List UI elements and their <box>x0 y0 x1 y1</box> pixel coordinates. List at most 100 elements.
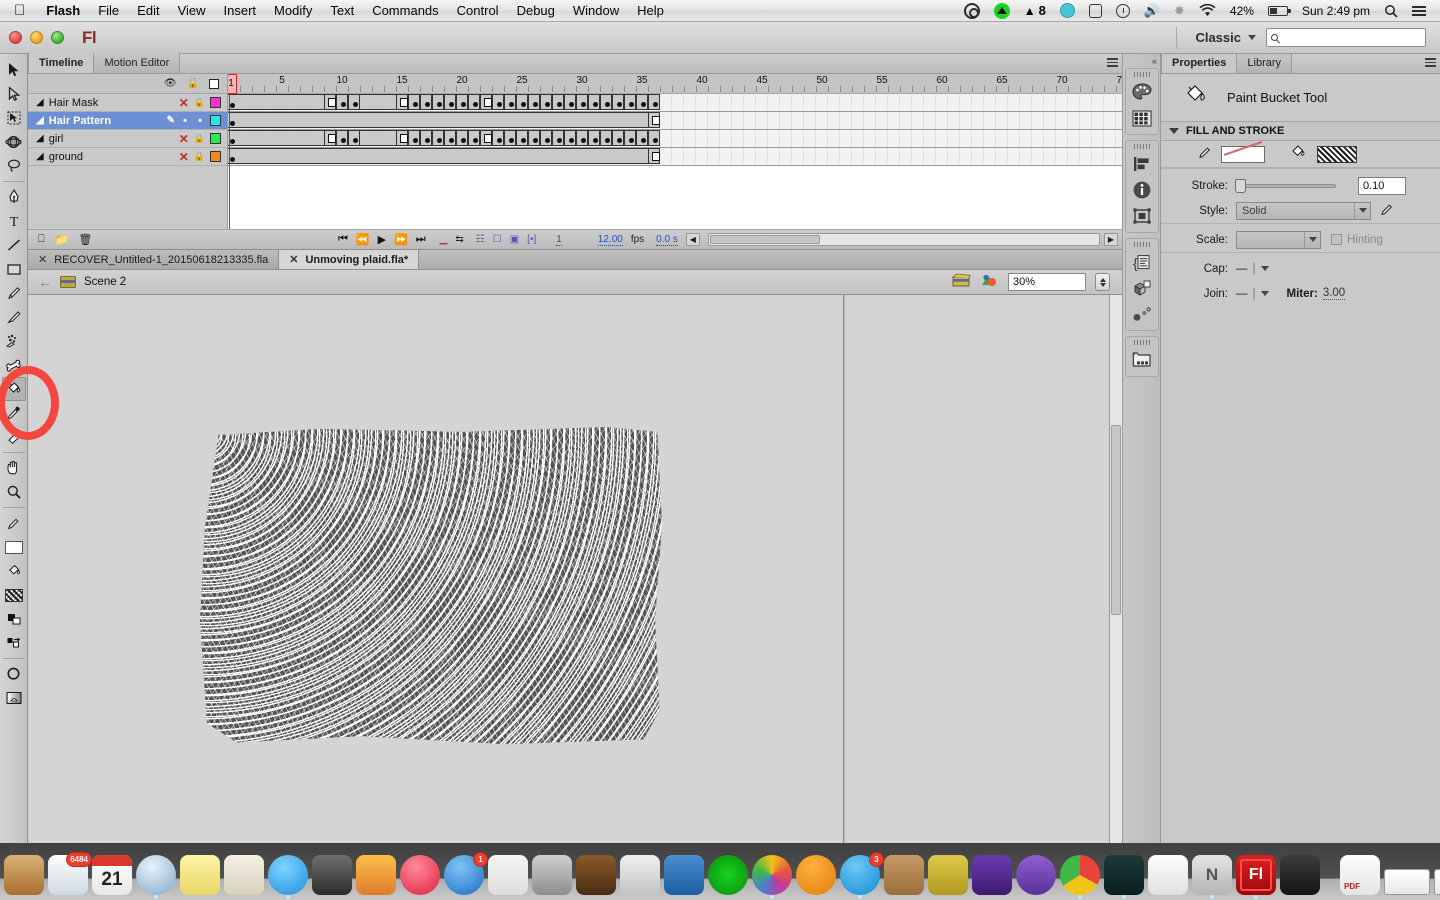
panel-menu-icon[interactable] <box>1107 58 1118 67</box>
menu-help[interactable]: Help <box>628 0 673 22</box>
stage-pasteboard[interactable] <box>845 295 1122 843</box>
keyframe-marker[interactable] <box>648 130 660 146</box>
keyframe-marker[interactable] <box>468 130 480 146</box>
delete-layer-icon[interactable]: 🗑 <box>78 233 92 246</box>
lock-icon[interactable]: 🔒 <box>187 78 199 89</box>
keyframe-marker[interactable] <box>636 94 648 110</box>
step-forward-button[interactable]: ⏩ <box>394 233 408 246</box>
stage-area[interactable] <box>28 295 1122 843</box>
selection-tool[interactable] <box>2 58 26 82</box>
keyframe-marker[interactable] <box>648 94 660 110</box>
sync-icon[interactable] <box>1054 0 1081 22</box>
photoshop-icon[interactable] <box>972 855 1012 895</box>
keyframe-marker[interactable] <box>516 130 528 146</box>
zoom-tool[interactable] <box>2 480 26 504</box>
keyframe-marker[interactable] <box>408 94 420 110</box>
menu-bar-clock[interactable]: Sun 2:49 pm <box>1296 0 1376 22</box>
miter-value[interactable]: 3.00 <box>1322 287 1346 300</box>
drag-grip[interactable] <box>1133 242 1150 247</box>
stroke-width-slider[interactable] <box>1235 178 1336 193</box>
photos-icon[interactable] <box>752 855 792 899</box>
iphoto-icon[interactable] <box>620 855 660 895</box>
menu-text[interactable]: Text <box>321 0 363 22</box>
keyframe-marker[interactable] <box>624 94 636 110</box>
dropbox-icon[interactable] <box>988 0 1016 22</box>
keyframe-marker[interactable] <box>588 94 600 110</box>
keyframe-marker[interactable] <box>230 139 235 144</box>
keyframe-marker[interactable] <box>420 130 432 146</box>
edit-stroke-style-icon[interactable] <box>1380 202 1395 219</box>
eraser-tool[interactable] <box>2 425 26 449</box>
paint-bucket-color-tool[interactable] <box>2 559 26 583</box>
activity-monitor-icon[interactable] <box>1104 855 1144 899</box>
go-to-last-frame-button[interactable]: ⏭ <box>416 233 426 246</box>
close-icon[interactable]: ✕ <box>38 253 47 266</box>
join-dropdown-icon[interactable] <box>1260 291 1269 296</box>
layer-row[interactable]: ◢ ground ✕ 🔒 <box>28 148 227 166</box>
modify-onion-markers-icon[interactable]: [•] <box>527 234 536 245</box>
system-preferences-icon[interactable] <box>532 855 572 895</box>
edit-symbols-icon[interactable] <box>980 273 999 291</box>
brush-tool[interactable] <box>2 305 26 329</box>
loop-icon[interactable]: ⇆ <box>455 234 463 245</box>
panel-menu-icon[interactable] <box>1425 58 1436 67</box>
stroke-color-swatch[interactable] <box>1221 145 1265 163</box>
keyframe-marker[interactable] <box>612 130 624 146</box>
layer-color-chip[interactable] <box>210 97 221 108</box>
wifi-icon[interactable] <box>1193 0 1222 22</box>
lasso-tool[interactable] <box>2 154 26 178</box>
eyedropper-tool[interactable] <box>2 401 26 425</box>
spray-brush-tool[interactable] <box>2 329 26 353</box>
volume-icon[interactable]: 🔊 <box>1138 0 1166 22</box>
tab-timeline[interactable]: Timeline <box>28 53 95 73</box>
layer-visibility-x-icon[interactable]: ✕ <box>179 151 189 163</box>
calendar-icon[interactable]: 21 <box>92 855 132 895</box>
file-cabinet-icon[interactable] <box>928 855 968 895</box>
step-back-button[interactable]: ⏪ <box>356 233 370 246</box>
new-folder-icon[interactable]: 📁 <box>55 233 69 246</box>
frame-span[interactable] <box>228 148 660 164</box>
keyframe-marker[interactable] <box>348 94 360 110</box>
keyframe-marker[interactable] <box>612 94 624 110</box>
time-machine-icon[interactable] <box>1110 0 1136 22</box>
mail-icon[interactable]: 6484 <box>48 852 92 895</box>
back-arrow-icon[interactable]: ← <box>38 274 52 290</box>
battery-icon[interactable] <box>1262 0 1294 22</box>
keyframe-marker[interactable] <box>492 130 504 146</box>
hinting-checkbox[interactable] <box>1331 234 1342 245</box>
fill-bucket-icon[interactable] <box>1265 144 1317 164</box>
stroke-color-tool[interactable] <box>2 511 26 535</box>
layer-color-chip[interactable] <box>210 151 221 162</box>
stroke-width-input[interactable]: 0.10 <box>1358 176 1406 195</box>
keyframe-marker[interactable] <box>230 157 235 162</box>
garageband-icon[interactable] <box>576 855 616 895</box>
textedit-icon[interactable] <box>1148 855 1188 895</box>
transform-icon[interactable] <box>1128 203 1156 229</box>
spotlight-search-icon[interactable] <box>1378 0 1404 22</box>
layer-lock-icon[interactable]: 🔒 <box>194 133 205 144</box>
layer-expand-icon[interactable]: ◢ <box>36 151 44 162</box>
library-panel-icon[interactable] <box>1128 347 1156 373</box>
plaid-artwork[interactable] <box>200 427 662 745</box>
fps-value[interactable]: 12.00 <box>597 234 623 246</box>
keyframe-marker[interactable] <box>444 94 456 110</box>
align-icon[interactable] <box>1128 151 1156 177</box>
join-value[interactable]: — <box>1236 288 1248 300</box>
contacts-icon[interactable] <box>4 855 44 895</box>
layer-expand-icon[interactable]: ◢ <box>36 115 44 126</box>
keyframe-marker[interactable] <box>396 130 408 146</box>
keyframe-marker[interactable] <box>336 94 348 110</box>
keyframe-marker[interactable] <box>456 94 468 110</box>
drag-grip[interactable] <box>1133 144 1150 149</box>
document-tab-recover[interactable]: ✕ RECOVER_Untitled-1_20150618213335.fla <box>28 250 280 269</box>
layer-expand-icon[interactable]: ◢ <box>36 133 44 144</box>
tab-properties[interactable]: Properties <box>1161 54 1238 73</box>
stroke-color-pencil-icon[interactable] <box>1161 145 1221 164</box>
document-tab-unmoving-plaid[interactable]: ✕ Unmoving plaid.fla* <box>279 250 420 269</box>
layer-visibility-x-icon[interactable]: ✕ <box>179 133 189 145</box>
zoom-window-button[interactable] <box>51 31 64 44</box>
keyframe-marker[interactable] <box>444 130 456 146</box>
swap-colors-tool[interactable] <box>2 631 26 655</box>
layer-row[interactable]: ◢ Hair Pattern ✎ • • <box>28 112 227 130</box>
unarchiver-icon[interactable] <box>884 855 924 895</box>
